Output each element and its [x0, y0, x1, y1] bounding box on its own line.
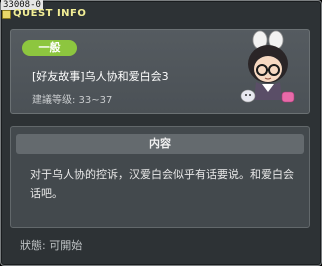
quest-status: 狀態: 可開始: [20, 237, 82, 253]
quest-description: 对于乌人协的控诉，汉爱白会似乎有话要说。和爱白会话吧。: [30, 168, 294, 200]
quest-status-label: 狀態:: [20, 239, 46, 252]
npc-portrait-icon: [240, 30, 295, 103]
quest-level-requirement: 建議等级: 33~37: [32, 95, 113, 106]
quest-category-badge: 一般: [22, 40, 77, 56]
window-title: QUEST INFO: [13, 8, 87, 19]
quest-window-icon: [2, 10, 11, 19]
quest-name: [好友故事]乌人协和爱白会3: [32, 70, 169, 83]
content-section-header: 内容: [16, 134, 304, 154]
quest-status-value: 可開始: [49, 239, 83, 252]
